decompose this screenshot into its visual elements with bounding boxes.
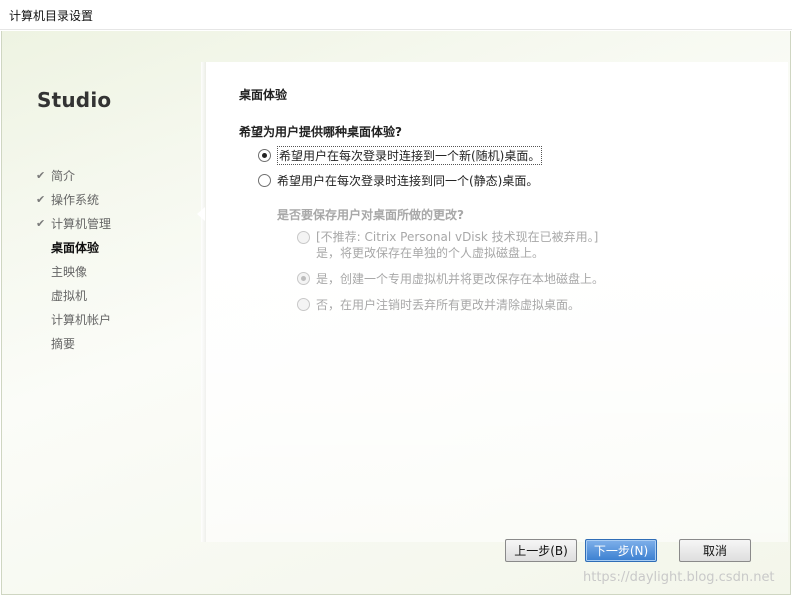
step-intro: ✔ 简介 [36, 163, 111, 187]
option-note: [不推荐: Citrix Personal vDisk 技术现在已被弃用。] [316, 230, 599, 244]
step-summary: 摘要 [36, 331, 111, 355]
next-button[interactable]: 下一步(N) [585, 539, 657, 562]
option-random-desktop[interactable]: 希望用户在每次登录时连接到一个新(随机)桌面。 [258, 146, 543, 165]
step-label: 主映像 [51, 264, 88, 279]
radio-button [297, 298, 310, 311]
step-master-image: 主映像 [36, 259, 111, 283]
option-label: 否，在用户注销时丢弃所有更改并清除虚拟桌面。 [316, 298, 581, 312]
save-changes-question: 是否要保存用户对桌面所做的更改? [277, 208, 464, 222]
step-label: 摘要 [51, 336, 76, 351]
step-label: 简介 [51, 168, 76, 183]
window-title: 计算机目录设置 [9, 9, 94, 23]
step-label: 桌面体验 [51, 240, 100, 255]
option-static-desktop[interactable]: 希望用户在每次登录时连接到同一个(静态)桌面。 [258, 172, 538, 189]
step-os: ✔ 操作系统 [36, 187, 111, 211]
section-title: 桌面体验 [239, 88, 288, 102]
watermark: https://daylight.blog.csdn.net [583, 570, 775, 585]
checkmark-icon: ✔ [36, 216, 46, 230]
option-dedicated-vm: 是，创建一个专用虚拟机并将更改保存在本地磁盘上。 [297, 270, 604, 287]
title-bar: 计算机目录设置 [0, 0, 792, 30]
desktop-experience-question: 希望为用户提供哪种桌面体验? [239, 125, 402, 139]
step-label: 计算机管理 [51, 216, 112, 231]
step-virtual-machines: 虚拟机 [36, 283, 111, 307]
wizard-sidebar: Studio ✔ 简介 ✔ 操作系统 ✔ 计算机管理 桌面体验 主映像 虚拟机 … [2, 31, 205, 595]
radio-button[interactable] [258, 174, 271, 187]
cancel-button[interactable]: 取消 [679, 539, 751, 562]
checkmark-icon: ✔ [36, 192, 46, 206]
step-label: 计算机帐户 [51, 312, 112, 327]
radio-button [297, 231, 310, 244]
step-label: 虚拟机 [51, 288, 88, 303]
step-desktop-experience: 桌面体验 [36, 235, 111, 259]
step-machine-management: ✔ 计算机管理 [36, 211, 111, 235]
wizard-steps: ✔ 简介 ✔ 操作系统 ✔ 计算机管理 桌面体验 主映像 虚拟机 计算机帐户 摘… [36, 163, 111, 355]
step-computer-accounts: 计算机帐户 [36, 307, 111, 331]
radio-button [297, 272, 310, 285]
option-personal-vdisk: [不推荐: Citrix Personal vDisk 技术现在已被弃用。] 是… [297, 229, 598, 261]
back-button[interactable]: 上一步(B) [505, 539, 577, 562]
radio-button[interactable] [258, 149, 271, 162]
checkmark-icon: ✔ [36, 168, 46, 182]
option-label: 希望用户在每次登录时连接到一个新(随机)桌面。 [277, 146, 543, 165]
option-label: 是，将更改保存在单独的个人虚拟磁盘上。 [316, 246, 545, 260]
option-label: 是，创建一个专用虚拟机并将更改保存在本地磁盘上。 [316, 272, 605, 286]
option-discard-changes: 否，在用户注销时丢弃所有更改并清除虚拟桌面。 [297, 296, 580, 313]
panel-divider [201, 62, 206, 542]
current-step-pointer-icon [197, 207, 205, 221]
step-label: 操作系统 [51, 192, 100, 207]
option-label: 希望用户在每次登录时连接到同一个(静态)桌面。 [277, 174, 539, 188]
studio-brand: Studio [37, 88, 112, 112]
